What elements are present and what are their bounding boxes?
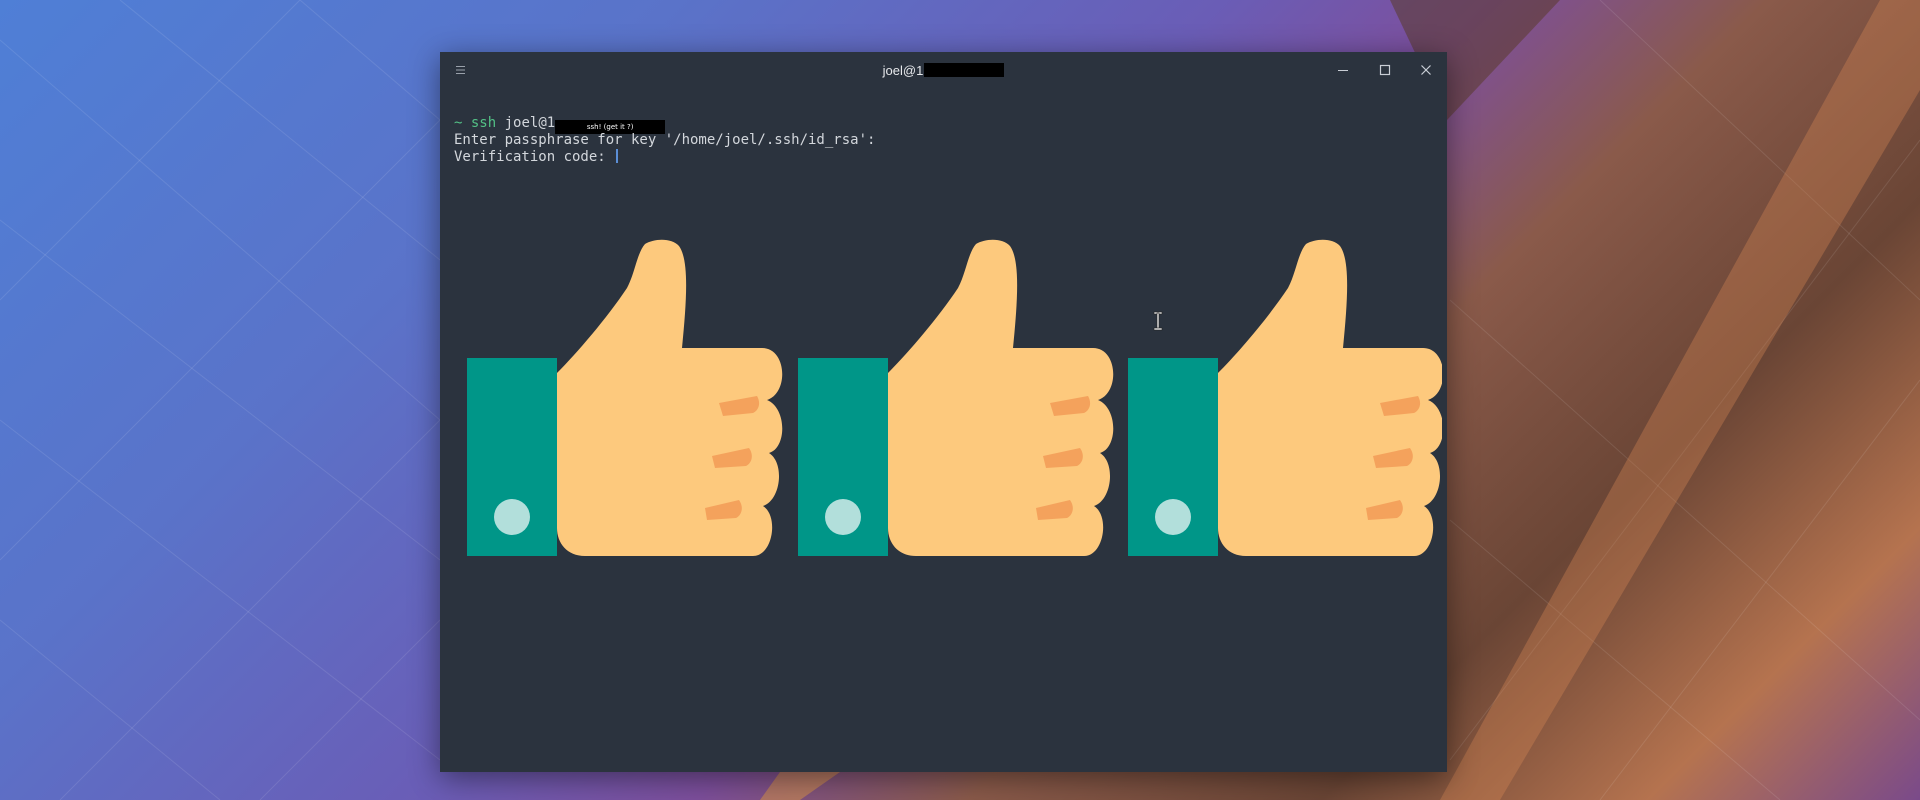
verification-prompt-text: Verification code:	[454, 149, 615, 165]
minimize-icon[interactable]	[1333, 60, 1353, 80]
command-text: ssh	[470, 115, 497, 131]
command-line: ~ ssh joel@1 ssh! (get it ?)	[454, 115, 1437, 134]
thumbs-up-icon	[467, 239, 783, 556]
thumbs-up-icon	[1128, 239, 1442, 556]
terminal-window: joel@1 ~ ssh joel@1 ssh! (get it ?) Enter…	[440, 52, 1447, 772]
thumbs-up-icon	[798, 239, 1114, 556]
verification-prompt-line: Verification code:	[454, 149, 1437, 166]
text-cursor	[616, 149, 619, 163]
terminal-output[interactable]: ~ ssh joel@1 ssh! (get it ?) Enter passph…	[454, 115, 1437, 166]
passphrase-prompt-line: Enter passphrase for key '/home/joel/.ss…	[454, 132, 876, 148]
title-redaction-bar	[924, 63, 1005, 77]
window-title-text: joel@1	[882, 63, 924, 78]
prompt-symbol: ~	[454, 115, 463, 131]
window-title: joel@1	[440, 63, 1447, 78]
host-text: joel@1	[504, 115, 556, 131]
ibeam-cursor-icon	[1153, 311, 1163, 331]
window-titlebar[interactable]: joel@1	[440, 52, 1447, 88]
thumbs-up-emojis	[467, 239, 1442, 556]
maximize-icon[interactable]	[1375, 60, 1395, 80]
close-icon[interactable]	[1416, 60, 1436, 80]
